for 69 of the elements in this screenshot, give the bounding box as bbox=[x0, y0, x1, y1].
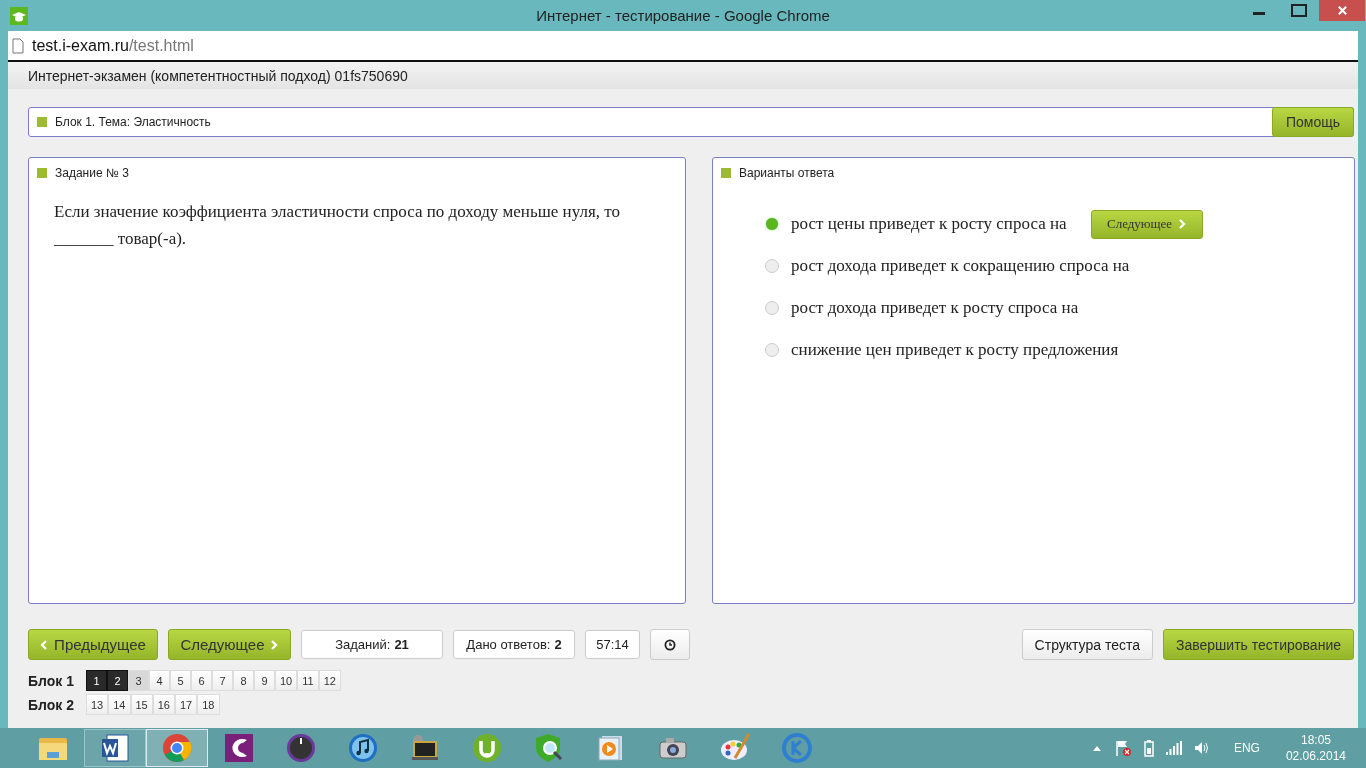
answer-option[interactable]: рост дохода приведет к росту спроса на bbox=[791, 298, 1079, 318]
bullet-icon bbox=[721, 168, 731, 178]
signal-icon[interactable] bbox=[1165, 741, 1182, 755]
close-icon bbox=[1336, 5, 1348, 16]
radio-button[interactable] bbox=[765, 301, 779, 315]
answered-counter: Дано ответов: 2 bbox=[453, 630, 575, 659]
panel-title: Задание № 3 bbox=[55, 166, 129, 180]
question-number-button[interactable]: 9 bbox=[254, 670, 275, 691]
knob-icon bbox=[285, 732, 317, 764]
radio-button[interactable] bbox=[765, 343, 779, 357]
volume-icon[interactable] bbox=[1193, 740, 1210, 756]
shield-search-icon bbox=[533, 732, 565, 764]
browser-icon bbox=[161, 732, 193, 764]
letter-c-app-icon bbox=[223, 732, 255, 764]
window-title: Интернет - тестирование - Google Chrome bbox=[535, 7, 831, 24]
question-number-button[interactable]: 13 bbox=[86, 694, 109, 715]
question-number-button[interactable]: 15 bbox=[130, 694, 153, 715]
taskbar-button[interactable] bbox=[84, 729, 146, 767]
bullet-icon bbox=[37, 117, 47, 127]
app-icon bbox=[10, 6, 28, 25]
clock-button[interactable] bbox=[650, 629, 690, 660]
finish-button[interactable]: Завершить тестирование bbox=[1163, 629, 1354, 660]
exam-title: Интернет-экзамен (компетентностный подход) 01fs750690 bbox=[28, 67, 408, 84]
question-number-button[interactable]: 18 bbox=[197, 694, 220, 715]
timer: 57:14 bbox=[585, 630, 640, 659]
question-text: Если значение коэффициента эластичности спроса по доходу меньше нуля, то _______ товар(-а). bbox=[54, 201, 621, 250]
question-number-button[interactable]: 16 bbox=[152, 694, 175, 715]
answer-option[interactable]: рост цены приведет к росту спроса на bbox=[791, 214, 1067, 234]
question-number-button[interactable]: 14 bbox=[108, 694, 131, 715]
flag-error-icon[interactable] bbox=[1113, 739, 1132, 757]
answer-option[interactable]: снижение цен приведет к росту предложения bbox=[791, 340, 1119, 360]
next-button[interactable]: Следующее bbox=[1090, 209, 1203, 239]
question-number-button[interactable]: 12 bbox=[318, 670, 341, 691]
page-icon bbox=[12, 37, 24, 54]
clock-icon bbox=[664, 638, 676, 651]
music-icon bbox=[347, 732, 379, 764]
tasks-counter: Заданий: 21 bbox=[301, 630, 443, 659]
block-label: Блок 2 bbox=[28, 696, 75, 713]
question-number-button[interactable]: 1 bbox=[86, 670, 107, 691]
question-number-button[interactable]: 11 bbox=[297, 670, 319, 691]
question-number-button[interactable]: 17 bbox=[175, 694, 198, 715]
url-field[interactable]: test.i-exam.ru/test.html bbox=[32, 36, 194, 55]
question-number-button[interactable]: 10 bbox=[275, 670, 298, 691]
help-button[interactable]: Помощь bbox=[1272, 107, 1354, 137]
radio-button[interactable] bbox=[765, 259, 779, 273]
show-hidden-icons-icon[interactable] bbox=[1091, 745, 1102, 751]
question-number-button[interactable]: 5 bbox=[170, 670, 191, 691]
question-number-button[interactable]: 3 bbox=[128, 670, 149, 691]
next-button[interactable]: Следующее bbox=[168, 629, 291, 660]
torrent-icon bbox=[471, 732, 503, 764]
panel-title: Варианты ответа bbox=[739, 166, 835, 180]
close-button[interactable] bbox=[1319, 0, 1365, 21]
question-number-button[interactable]: 2 bbox=[107, 670, 128, 691]
chevron-right-icon bbox=[270, 639, 279, 650]
chevron-right-icon bbox=[1178, 219, 1187, 229]
question-number-button[interactable]: 8 bbox=[233, 670, 254, 691]
previous-button[interactable]: Предыдущее bbox=[28, 629, 158, 660]
question-number-button[interactable]: 4 bbox=[149, 670, 170, 691]
ring-logo-icon bbox=[781, 732, 813, 764]
bullet-icon bbox=[37, 168, 47, 178]
document-app-icon bbox=[99, 732, 131, 764]
chevron-left-icon bbox=[40, 639, 49, 650]
answer-option[interactable]: рост дохода приведет к сокращению спроса на bbox=[791, 256, 1130, 276]
block-label: Блок 1 bbox=[28, 672, 75, 689]
question-number-button[interactable]: 6 bbox=[191, 670, 212, 691]
topic-title: Блок 1. Тема: Эластичность bbox=[55, 115, 211, 129]
battery-icon[interactable] bbox=[1143, 739, 1154, 757]
question-number-button[interactable]: 7 bbox=[212, 670, 233, 691]
test-structure-button[interactable]: Структура теста bbox=[1021, 629, 1153, 660]
